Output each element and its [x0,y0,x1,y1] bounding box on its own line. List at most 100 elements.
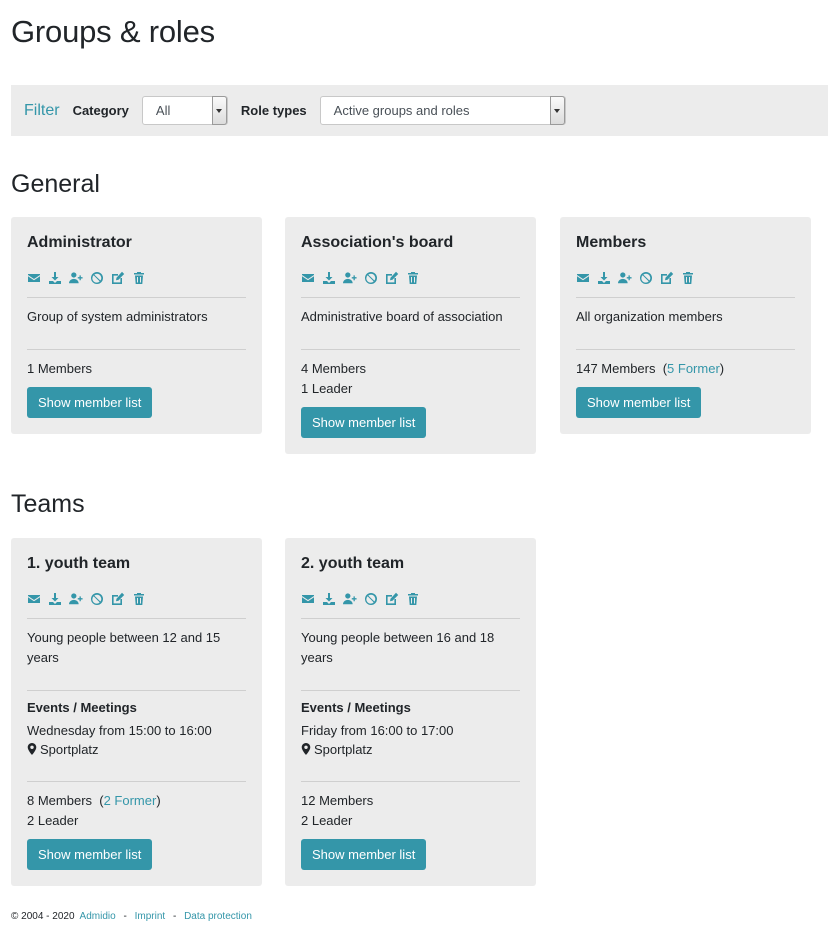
edit-icon[interactable] [660,271,674,285]
copyright: © 2004 - 2020 [11,911,75,922]
category-label: Category [72,103,129,118]
ban-icon[interactable] [90,271,104,285]
footer-separator: - [172,911,177,922]
edit-icon[interactable] [111,592,125,606]
edit-icon[interactable] [385,271,399,285]
trash-icon[interactable] [132,271,146,285]
role-members: 12 Members 2 Leader [301,782,520,831]
category-select[interactable]: All [141,96,228,125]
filter-label: Filter [24,101,60,119]
footer-separator: - [123,911,127,922]
ban-icon[interactable] [364,592,378,606]
event-location: Sportplatz [301,740,520,769]
category-select-value: All [155,103,171,118]
event-schedule: Friday from 16:00 to 17:00 [301,723,454,738]
section-title-teams: Teams [11,490,85,518]
envelope-icon[interactable] [576,271,590,285]
show-member-list-button[interactable]: Show member list [27,387,153,418]
role-card: Association's board Administrative board… [285,217,536,454]
download-icon[interactable] [48,271,62,285]
user-plus-icon[interactable] [69,271,83,285]
events-title: Events / Meetings [27,700,137,715]
role-card: 1. youth team Young people between 12 an… [11,538,262,886]
former-members-link[interactable]: 5 Former [667,361,720,376]
role-description: Young people between 12 and 15 years [27,630,221,665]
event-schedule: Wednesday from 15:00 to 16:00 [27,723,212,738]
location-label: Sportplatz [314,742,373,757]
role-title: 2. youth team [301,555,405,572]
page-title: Groups & roles [11,14,215,49]
show-member-list-button[interactable]: Show member list [301,407,427,438]
ban-icon[interactable] [639,271,653,285]
role-members: 8 Members (2 Former) 2 Leader [27,782,246,831]
download-icon[interactable] [322,592,336,606]
members-count: 4 Members [301,361,367,376]
leader-count: 1 Leader [301,381,353,396]
trash-icon[interactable] [406,592,420,606]
role-types-select-value: Active groups and roles [333,103,470,118]
chevron-down-icon [211,96,227,125]
user-plus-icon[interactable] [343,592,357,606]
role-types-select[interactable]: Active groups and roles [319,96,566,125]
edit-icon[interactable] [111,271,125,285]
user-plus-icon[interactable] [343,271,357,285]
role-actions [27,592,246,606]
data-protection-link[interactable]: Data protection [184,911,252,922]
user-plus-icon[interactable] [618,271,632,285]
edit-icon[interactable] [385,592,399,606]
role-description: Administrative board of association [301,309,503,324]
members-count: 1 Members [27,361,93,376]
role-members: 147 Members (5 Former) [576,361,725,376]
role-title: Association's board [301,234,454,251]
envelope-icon[interactable] [27,271,41,285]
role-card: Administrator Group of system administra… [11,217,262,434]
role-members: 4 Members 1 Leader [301,350,520,399]
role-actions [301,271,520,285]
role-actions [27,271,246,285]
map-marker-icon [301,741,311,755]
section-title-general: General [11,170,100,198]
download-icon[interactable] [597,271,611,285]
role-members: 1 Members [27,350,246,379]
role-actions [576,271,795,285]
admidio-link[interactable]: Admidio [80,911,116,922]
trash-icon[interactable] [406,271,420,285]
role-title: 1. youth team [27,555,131,572]
role-card: Members All organization members 147 Mem… [560,217,811,434]
role-actions [301,592,520,606]
ban-icon[interactable] [90,592,104,606]
envelope-icon[interactable] [27,592,41,606]
show-member-list-button[interactable]: Show member list [576,387,702,418]
members-count: 147 Members [576,361,656,376]
trash-icon[interactable] [132,592,146,606]
envelope-icon[interactable] [301,271,315,285]
event-location: Sportplatz [27,740,246,769]
role-description: All organization members [576,309,723,324]
ban-icon[interactable] [364,271,378,285]
footer: © 2004 - 2020 Admidio - Imprint - Data p… [11,911,252,922]
show-member-list-button[interactable]: Show member list [27,839,153,870]
trash-icon[interactable] [681,271,695,285]
download-icon[interactable] [322,271,336,285]
role-title: Members [576,234,647,251]
members-count: 12 Members [301,793,374,808]
leader-count: 2 Leader [27,813,79,828]
former-members-link[interactable]: 2 Former [104,793,157,808]
show-member-list-button[interactable]: Show member list [301,839,427,870]
role-card: 2. youth team Young people between 16 an… [285,538,536,886]
envelope-icon[interactable] [301,592,315,606]
filter-bar: Filter Category All Role types Active gr… [11,85,828,136]
role-types-label: Role types [240,103,307,118]
download-icon[interactable] [48,592,62,606]
chevron-down-icon [549,96,565,125]
role-description: Young people between 16 and 18 years [301,630,495,665]
role-description: Group of system administrators [27,309,208,324]
map-marker-icon [27,741,37,755]
role-title: Administrator [27,234,132,251]
user-plus-icon[interactable] [69,592,83,606]
leader-count: 2 Leader [301,813,353,828]
members-count: 8 Members [27,793,93,808]
imprint-link[interactable]: Imprint [135,911,166,922]
events-title: Events / Meetings [301,700,411,715]
location-label: Sportplatz [40,742,99,757]
